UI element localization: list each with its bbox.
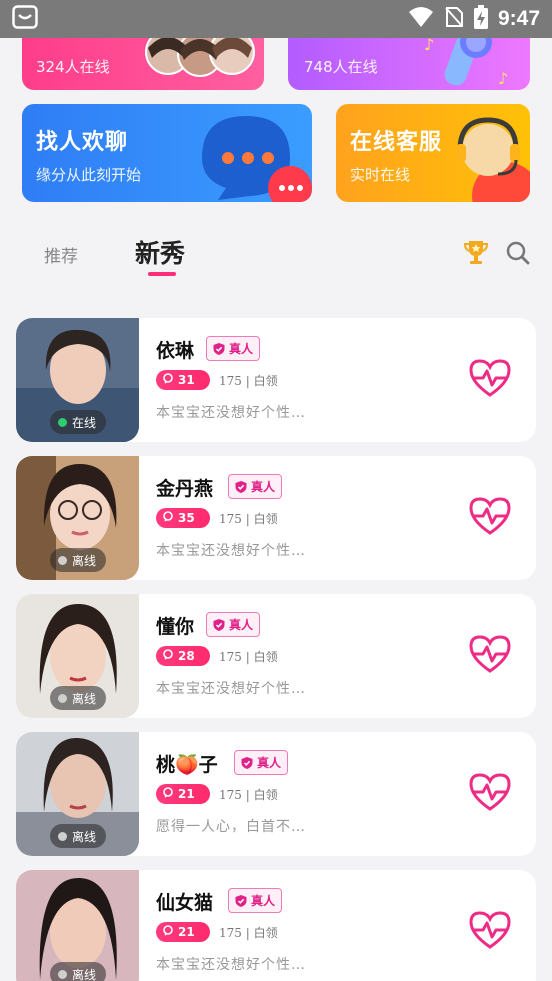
profile-name: 桃🍑子 <box>156 754 218 776</box>
profile-name: 依琳 <box>156 340 195 362</box>
profile-list: 在线 依琳 真人 31 175 | 白领 本宝宝还没想好个性… 离线 金丹燕 真… <box>16 318 536 981</box>
status-badge: 离线 <box>50 686 107 710</box>
female-icon <box>162 510 174 526</box>
tab-recommend[interactable]: 推荐 <box>44 242 78 267</box>
voice-online-count: 748人在线 <box>304 58 378 76</box>
battery-charging-icon <box>473 5 488 33</box>
profile-bio: 本宝宝还没想好个性… <box>156 405 306 421</box>
avatar[interactable]: 离线 <box>16 870 139 981</box>
customer-service-title: 在线客服 <box>350 130 443 155</box>
age-pill: 35 <box>156 508 210 528</box>
profile-row[interactable]: 离线 仙女猫 真人 21 175 | 白领 本宝宝还没想好个性… <box>16 870 536 981</box>
status-dot <box>58 693 67 703</box>
find-chat-card[interactable]: 找人欢聊 缘分从此刻开始 <box>22 104 312 202</box>
profile-name: 仙女猫 <box>156 892 214 914</box>
age-pill: 21 <box>156 784 210 804</box>
avatar[interactable]: 离线 <box>16 594 139 718</box>
profile-name: 懂你 <box>156 616 195 638</box>
status-dot <box>58 417 67 427</box>
video-online-count: 324人在线 <box>36 58 110 76</box>
profile-bio: 愿得一人心，白首不… <box>156 819 306 835</box>
notification-icon <box>12 5 38 33</box>
status-badge: 在线 <box>50 410 107 434</box>
female-icon <box>162 786 174 802</box>
profile-meta: 175 | 白领 <box>219 788 278 802</box>
profile-meta: 175 | 白领 <box>219 512 278 526</box>
profile-bio: 本宝宝还没想好个性… <box>156 957 306 973</box>
verified-shield-icon <box>213 342 225 355</box>
verified-badge: 真人 <box>228 474 283 499</box>
age-pill: 21 <box>156 922 210 942</box>
profile-bio: 本宝宝还没想好个性… <box>156 543 306 559</box>
verified-shield-icon <box>213 618 225 631</box>
female-icon <box>162 648 174 664</box>
heart-pulse-icon[interactable] <box>468 772 512 812</box>
avatar[interactable]: 离线 <box>16 456 139 580</box>
verified-shield-icon <box>235 894 247 907</box>
customer-service-subtitle: 实时在线 <box>350 166 411 184</box>
avatar[interactable]: 在线 <box>16 318 139 442</box>
profile-meta: 175 | 白领 <box>219 926 278 940</box>
heart-pulse-icon[interactable] <box>468 634 512 674</box>
verified-shield-icon <box>241 756 253 769</box>
heart-pulse-icon[interactable] <box>468 910 512 950</box>
verified-badge: 真人 <box>228 888 283 913</box>
find-chat-subtitle: 缘分从此刻开始 <box>36 166 142 184</box>
status-badge: 离线 <box>50 548 107 572</box>
chat-bubbles-icon <box>202 116 312 202</box>
svg-text:♪: ♪ <box>498 69 508 88</box>
female-icon <box>162 924 174 940</box>
profile-row[interactable]: 离线 懂你 真人 28 175 | 白领 本宝宝还没想好个性… <box>16 594 536 718</box>
profile-row[interactable]: 离线 桃🍑子 真人 21 175 | 白领 愿得一人心，白首不… <box>16 732 536 856</box>
feature-cards: 324人在线 748人在线 ♪ ♪ 找人欢聊 缘分从此刻开始 在线客服 实时在线 <box>0 26 552 218</box>
no-sim-icon <box>444 6 464 32</box>
verified-badge: 真人 <box>206 612 261 637</box>
heart-pulse-icon[interactable] <box>468 358 512 398</box>
heart-pulse-icon[interactable] <box>468 496 512 536</box>
profile-row[interactable]: 离线 金丹燕 真人 35 175 | 白领 本宝宝还没想好个性… <box>16 456 536 580</box>
status-badge: 离线 <box>50 962 107 981</box>
active-tab-indicator <box>148 272 176 276</box>
wifi-icon <box>408 6 434 32</box>
verified-shield-icon <box>235 480 247 493</box>
headset-icon <box>456 117 530 202</box>
find-chat-title: 找人欢聊 <box>36 130 129 155</box>
trophy-icon[interactable] <box>462 238 490 270</box>
profile-bio: 本宝宝还没想好个性… <box>156 681 306 697</box>
customer-service-card[interactable]: 在线客服 实时在线 <box>336 104 530 202</box>
profile-row[interactable]: 在线 依琳 真人 31 175 | 白领 本宝宝还没想好个性… <box>16 318 536 442</box>
status-dot <box>58 555 67 565</box>
status-badge: 离线 <box>50 824 107 848</box>
profile-meta: 175 | 白领 <box>219 650 278 664</box>
search-icon[interactable] <box>505 240 531 270</box>
tab-bar: 推荐 新秀 <box>0 224 552 284</box>
verified-badge: 真人 <box>206 336 261 361</box>
verified-badge: 真人 <box>234 750 289 775</box>
profile-name: 金丹燕 <box>156 478 214 500</box>
female-icon <box>162 372 174 388</box>
status-bar: 9:47 <box>0 0 552 38</box>
tab-new[interactable]: 新秀 <box>135 234 185 270</box>
age-pill: 31 <box>156 370 210 390</box>
status-dot <box>58 969 67 979</box>
age-pill: 28 <box>156 646 210 666</box>
clock: 9:47 <box>497 7 540 30</box>
avatar[interactable]: 离线 <box>16 732 139 856</box>
status-dot <box>58 831 67 841</box>
profile-meta: 175 | 白领 <box>219 374 278 388</box>
